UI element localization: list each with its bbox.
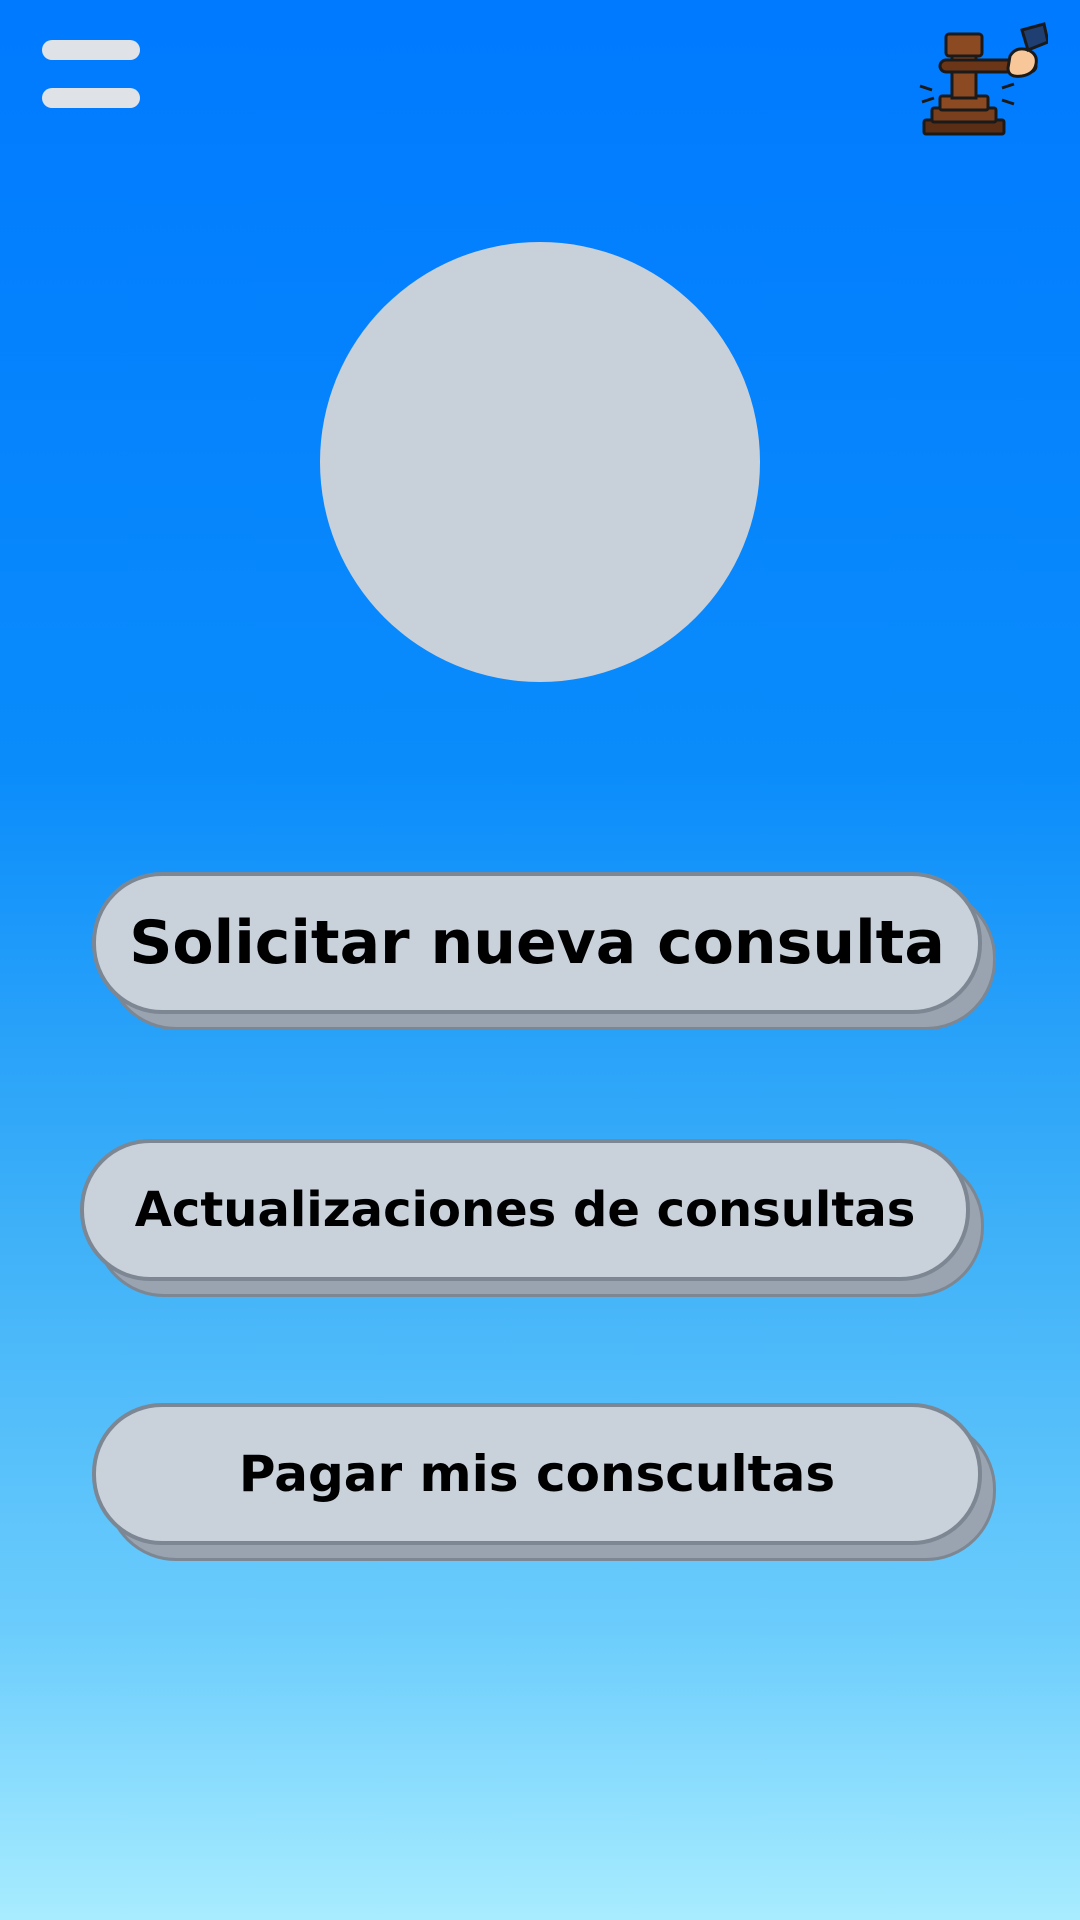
pay-consultations-label: Pagar mis conscultas [238, 1445, 836, 1503]
hamburger-menu-icon[interactable] [42, 38, 140, 110]
menu-bar-top [42, 40, 140, 60]
consultation-updates-button[interactable]: Actualizaciones de consultas [80, 1139, 970, 1281]
consultation-updates-label: Actualizaciones de consultas [134, 1182, 916, 1238]
avatar[interactable] [320, 242, 760, 682]
pay-consultations-button-wrap: Pagar mis conscultas [92, 1403, 996, 1561]
new-consultation-label: Solicitar nueva consulta [129, 908, 945, 978]
pay-consultations-button[interactable]: Pagar mis conscultas [92, 1403, 982, 1545]
new-consultation-button[interactable]: Solicitar nueva consulta [92, 872, 982, 1014]
menu-bar-bottom [42, 88, 140, 108]
gavel-hand-icon [918, 16, 1050, 140]
new-consultation-button-wrap: Solicitar nueva consulta [92, 872, 996, 1030]
consultation-updates-button-wrap: Actualizaciones de consultas [80, 1139, 984, 1297]
